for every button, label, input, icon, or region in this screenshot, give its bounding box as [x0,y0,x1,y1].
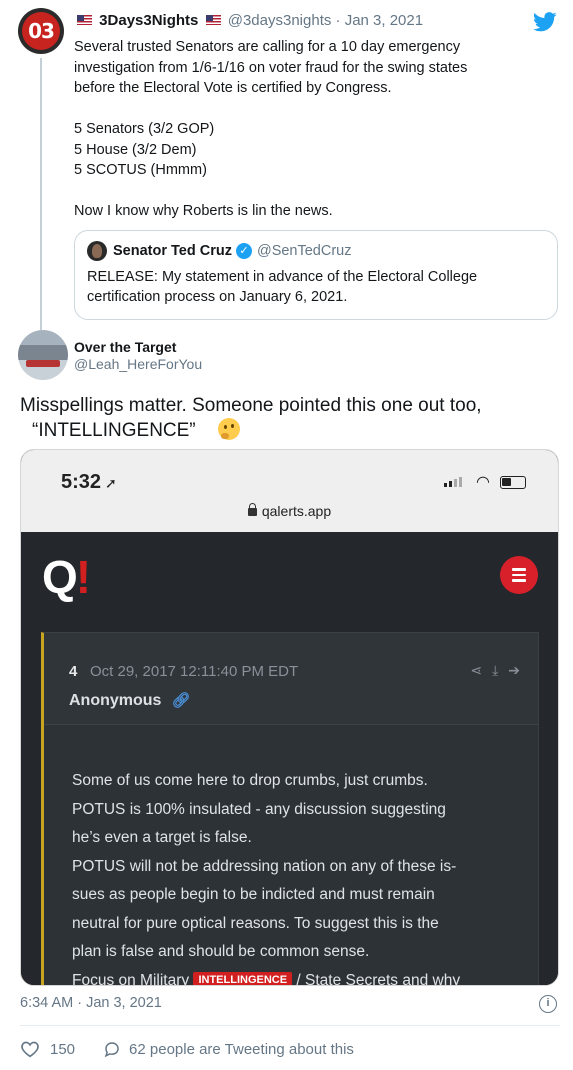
quoted-tweet-header: Senator Ted Cruz ✓ @SenTedCruz [87,241,545,261]
display-name[interactable]: 3Days3Nights [99,12,198,29]
avatar [87,241,107,261]
tweet1-line: investigation from 1/6-1/16 on voter fra… [74,59,468,76]
avatar-over-the-target[interactable] [18,330,68,380]
quoted-display-name: Senator Ted Cruz [113,243,232,259]
post-author: Anonymous [69,692,162,709]
divider [20,1025,560,1026]
post-number: 4 [69,663,78,680]
verified-icon: ✓ [235,243,252,259]
avatar-text: 03 [22,12,60,50]
link-icon: 🔗︎ [171,692,191,709]
post-line: POTUS will not be addressing nation on a… [72,857,457,875]
quoted-text: RELEASE: My statement in advance of the … [87,267,545,307]
twitter-bird-icon[interactable] [533,12,557,32]
tweet1-line: before the Electoral Vote is certified b… [74,80,392,96]
post-card: 4 Oct 29, 2017 12:11:40 PM EDT ⋖ ⤓ ➔ Ano… [41,632,539,985]
share-icon: ⋖ [470,662,483,678]
post-actions: ⋖ ⤓ ➔ [470,662,520,679]
lock-icon [247,503,257,516]
battery-icon [500,476,526,489]
post-line: he’s even a target is false. [72,829,252,846]
tweet1-body: Several trusted Senators are calling for… [74,37,554,222]
handle[interactable]: @Leah_HereForYou [74,356,202,373]
comment-icon[interactable] [103,1040,121,1058]
qalerts-app: Q! 4 Oct 29, 2017 12:11:40 PM EDT ⋖ ⤓ ➔ … [21,532,558,985]
info-icon[interactable]: i [539,995,557,1013]
quoted-line: RELEASE: My statement in advance of the … [87,269,478,285]
flag-icon [205,15,221,25]
post-header: 4 Oct 29, 2017 12:11:40 PM EDT ⋖ ⤓ ➔ Ano… [44,633,538,725]
quoted-line: certification process on January 6, 2021… [87,289,348,305]
intellingence-tag: INTELLINGENCE [193,971,293,985]
tweet2-line: Misspellings matter. Someone pointed thi… [20,395,482,416]
post-line: sues as people begin to be indicted and … [72,886,435,903]
tweet-actions: 150 62 people are Tweeting about this [20,1040,354,1058]
location-arrow-icon: ➚ [105,475,117,491]
menu-icon [500,556,538,594]
tweeting-count[interactable]: 62 people are Tweeting about this [129,1041,354,1058]
quoted-tweet[interactable]: Senator Ted Cruz ✓ @SenTedCruz RELEASE: … [74,230,558,320]
post-line-last: Focus on Military INTELLINGENCE / State … [72,967,522,985]
post-line: neutral for pure optical reasons. To sug… [72,914,439,932]
heart-icon[interactable] [20,1040,40,1058]
tweet-timestamp[interactable]: 6:34 AM · Jan 3, 2021 [20,995,162,1011]
thinking-emoji-icon [217,418,240,440]
post-line: POTUS is 100% insulated - any discussion… [72,800,446,818]
address-url: qalerts.app [261,503,332,519]
tweet1-line: Several trusted Senators are calling for… [74,39,461,55]
tweet2-line: “INTELLINGENCE” [32,420,196,441]
thread-line [40,58,42,330]
wifi-icon: ◠ [476,474,490,491]
phone-status-bar: 5:32 ➚ ◠ qalerts.app [21,450,558,532]
signal-icon [444,477,462,487]
tweet2-header: Over the Target @Leah_HereForYou [74,339,202,373]
avatar-3days3nights[interactable]: 03 [18,8,64,54]
download-icon: ⤓ [492,662,499,678]
tweet1-list-item: 5 House (3/2 Dem) [74,141,197,158]
quoted-handle: @SenTedCruz [256,243,352,259]
tweet2-body: Misspellings matter. Someone pointed thi… [20,393,560,443]
tweet1-header: 3Days3Nights @3days3nights · Jan 3, 2021 [74,12,423,29]
post-date: Oct 29, 2017 12:11:40 PM EDT [90,663,299,680]
arrow-icon: ➔ [508,662,520,678]
display-name[interactable]: Over the Target [74,339,202,356]
tweet1-list-item: 5 Senators (3/2 GOP) [74,121,215,137]
avatar-banner [26,360,60,367]
q-logo: Q! [42,551,91,603]
like-count[interactable]: 150 [50,1041,75,1058]
tweet1-list-item: 5 SCOTUS (Hmmm) [74,162,207,178]
post-line: Some of us come here to drop crumbs, jus… [72,772,428,789]
tweet1-closing: Now I know why Roberts is lin the news. [74,203,333,219]
handle-date[interactable]: @3days3nights · Jan 3, 2021 [228,12,423,29]
media-image[interactable]: 5:32 ➚ ◠ qalerts.app Q! 4 Oct 29, 2017 12… [20,449,559,986]
phone-time: 5:32 [61,471,102,493]
flag-icon [77,15,92,25]
post-line: plan is false and should be common sense… [72,943,370,960]
post-text: Some of us come here to drop crumbs, jus… [72,767,522,985]
